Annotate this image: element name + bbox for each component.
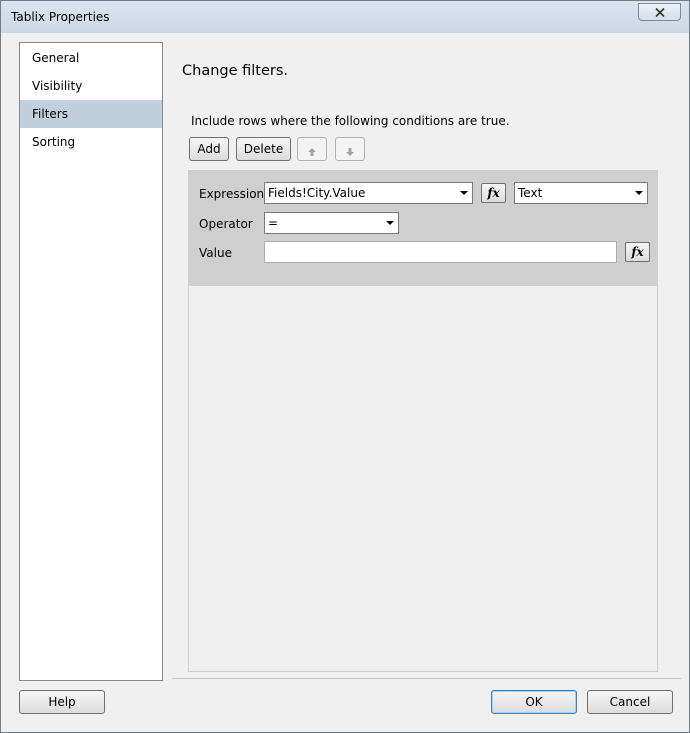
filter-row: Expression Fields!City.Value fx Text Ope…	[189, 171, 657, 286]
chevron-down-icon	[635, 191, 643, 195]
footer-divider	[172, 678, 681, 679]
expression-value: Fields!City.Value	[268, 186, 366, 200]
page-nav-list: General Visibility Filters Sorting	[19, 42, 163, 681]
function-icon: fx	[487, 186, 500, 200]
arrow-up-icon	[308, 148, 316, 156]
value-fx-button[interactable]: fx	[625, 242, 650, 262]
value-label: Value	[199, 246, 232, 260]
nav-item-sorting[interactable]: Sorting	[20, 128, 162, 156]
expression-label: Expression	[199, 187, 265, 201]
tablix-properties-dialog: Tablix Properties General Visibility Fil…	[0, 0, 690, 733]
operator-value: =	[268, 216, 279, 230]
close-button[interactable]	[638, 3, 681, 21]
function-icon: fx	[631, 245, 644, 259]
chevron-down-icon	[386, 221, 394, 225]
filter-list: Expression Fields!City.Value fx Text Ope…	[188, 170, 658, 672]
move-down-button[interactable]	[335, 137, 365, 161]
value-input[interactable]	[264, 241, 617, 263]
cancel-button[interactable]: Cancel	[587, 690, 673, 714]
ok-button[interactable]: OK	[491, 690, 577, 714]
expression-fx-button[interactable]: fx	[481, 183, 506, 203]
help-button[interactable]: Help	[19, 690, 105, 714]
expression-combo[interactable]: Fields!City.Value	[264, 182, 473, 204]
add-filter-button[interactable]: Add	[189, 137, 229, 161]
delete-filter-button[interactable]: Delete	[236, 137, 291, 161]
nav-item-visibility[interactable]: Visibility	[20, 72, 162, 100]
title-bar: Tablix Properties	[1, 1, 689, 33]
arrow-down-icon	[346, 148, 354, 156]
dialog-body: General Visibility Filters Sorting Chang…	[9, 33, 681, 723]
page-title: Change filters.	[182, 63, 289, 79]
operator-combo[interactable]: =	[264, 212, 399, 234]
page-description: Include rows where the following conditi…	[191, 114, 510, 128]
window-title: Tablix Properties	[11, 10, 110, 24]
type-combo[interactable]: Text	[514, 182, 648, 204]
type-value: Text	[518, 186, 543, 200]
nav-item-filters[interactable]: Filters	[20, 100, 162, 128]
operator-label: Operator	[199, 217, 253, 231]
chevron-down-icon	[460, 191, 468, 195]
close-icon	[654, 7, 665, 17]
move-up-button[interactable]	[297, 137, 327, 161]
nav-item-general[interactable]: General	[20, 44, 162, 72]
